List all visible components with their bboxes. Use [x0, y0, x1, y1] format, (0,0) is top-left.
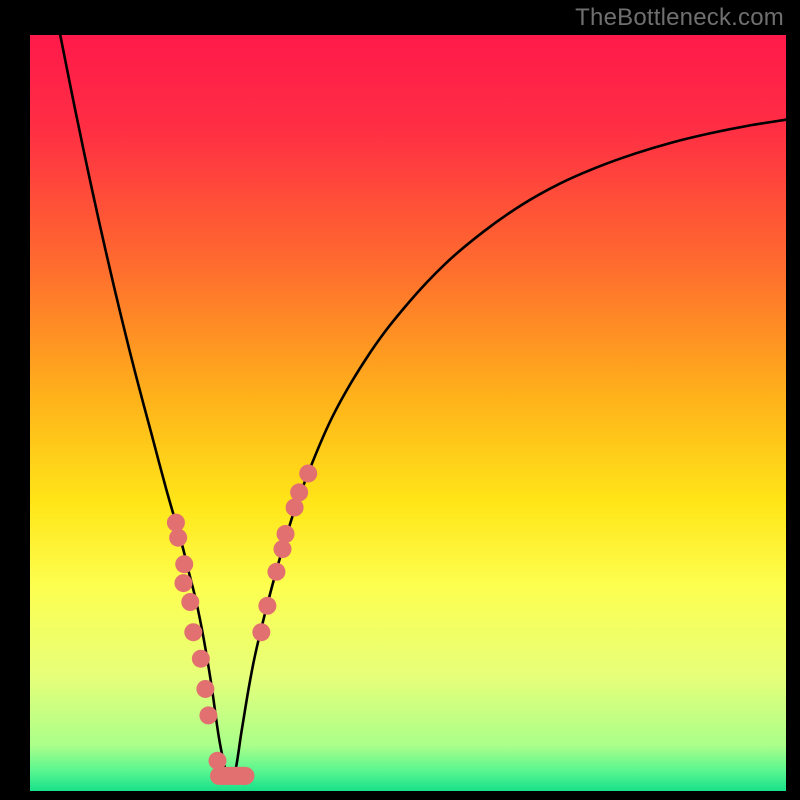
- chart-frame: TheBottleneck.com: [0, 0, 800, 800]
- scatter-dot-left: [167, 514, 185, 532]
- scatter-dot-left: [174, 574, 192, 592]
- plot-area: [30, 35, 786, 791]
- scatter-dot-left: [184, 623, 202, 641]
- watermark-text: TheBottleneck.com: [575, 4, 784, 32]
- scatter-dot-right: [290, 483, 308, 501]
- scatter-dot-right: [299, 464, 317, 482]
- scatter-dot-left: [181, 593, 199, 611]
- scatter-dot-left: [192, 650, 210, 668]
- scatter-dot-left: [199, 706, 217, 724]
- chart-svg: [30, 35, 786, 791]
- scatter-dot-right: [258, 597, 276, 615]
- scatter-dot-left: [235, 767, 253, 785]
- scatter-dot-right: [252, 623, 270, 641]
- gradient-background: [30, 35, 786, 791]
- scatter-dot-right: [277, 525, 295, 543]
- scatter-dot-left: [169, 529, 187, 547]
- scatter-dot-right: [274, 540, 292, 558]
- scatter-dot-left: [175, 555, 193, 573]
- scatter-dot-right: [267, 563, 285, 581]
- scatter-dot-left: [196, 680, 214, 698]
